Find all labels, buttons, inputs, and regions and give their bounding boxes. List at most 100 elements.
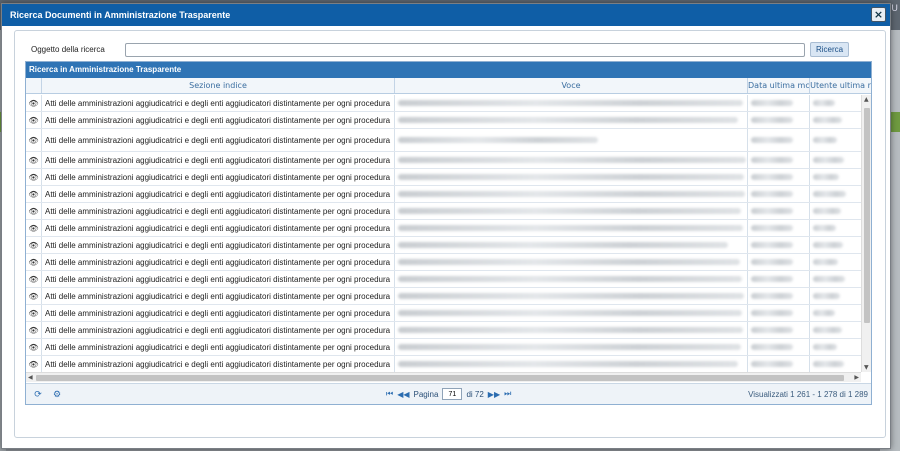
row-eye-cell[interactable]: 👁 xyxy=(26,152,42,168)
first-page-button[interactable]: ⏮ xyxy=(386,389,393,399)
row-eye-cell[interactable]: 👁 xyxy=(26,254,42,270)
eye-icon[interactable]: 👁 xyxy=(28,258,38,267)
table-row[interactable]: 👁 Atti delle amministrazioni aggiudicatri… xyxy=(26,220,861,237)
search-label: Oggetto della ricerca xyxy=(31,45,105,54)
vertical-scroll-thumb[interactable] xyxy=(864,108,870,323)
table-row[interactable]: 👁 Atti delle amministrazioni aggiudicatri… xyxy=(26,305,861,322)
row-eye-cell[interactable]: 👁 xyxy=(26,186,42,202)
cell-sezione: Atti delle amministrazioni aggiudicatric… xyxy=(42,95,395,111)
row-eye-cell[interactable]: 👁 xyxy=(26,95,42,111)
blurred-text xyxy=(813,137,837,143)
modal-title: Ricerca Documenti in Amministrazione Tra… xyxy=(10,10,231,20)
row-eye-cell[interactable]: 👁 xyxy=(26,129,42,151)
eye-icon[interactable]: 👁 xyxy=(28,190,38,199)
close-icon[interactable]: × xyxy=(871,7,886,22)
page-label: Pagina xyxy=(413,389,439,399)
blurred-text xyxy=(813,276,845,282)
horizontal-scrollbar[interactable]: ◀ ▶ xyxy=(26,372,861,382)
next-page-button[interactable]: ▶▶ xyxy=(488,390,500,399)
scroll-left-icon[interactable]: ◀ xyxy=(28,374,33,381)
blurred-text xyxy=(751,259,793,265)
blurred-text xyxy=(751,327,793,333)
cell-utente xyxy=(810,203,861,219)
search-button[interactable]: Ricerca xyxy=(810,42,850,57)
cell-voce xyxy=(395,186,748,202)
blurred-text xyxy=(751,137,793,143)
blurred-text xyxy=(398,117,738,123)
page-number-input[interactable] xyxy=(442,388,463,400)
gear-icon[interactable]: ⚙ xyxy=(50,389,64,400)
scroll-up-icon[interactable]: ▲ xyxy=(864,96,869,103)
table-row[interactable]: 👁 Atti delle amministrazioni aggiudicatri… xyxy=(26,237,861,254)
modal-header: Ricerca Documenti in Amministrazione Tra… xyxy=(2,4,890,26)
table-row[interactable]: 👁 Atti delle amministrazioni aggiudicatri… xyxy=(26,186,861,203)
pager-info: Visualizzati 1 261 - 1 278 di 1 289 xyxy=(748,389,868,399)
row-eye-cell[interactable]: 👁 xyxy=(26,203,42,219)
cell-sezione: Atti delle amministrazioni aggiudicatric… xyxy=(42,169,395,185)
eye-icon[interactable]: 👁 xyxy=(28,207,38,216)
eye-icon[interactable]: 👁 xyxy=(28,224,38,233)
vertical-scrollbar[interactable]: ▲ ▼ xyxy=(861,95,871,372)
cell-voce xyxy=(395,356,748,372)
blurred-text xyxy=(751,100,793,106)
row-eye-cell[interactable]: 👁 xyxy=(26,356,42,372)
column-header-utente[interactable]: Utente ultima r xyxy=(810,78,871,93)
table-row[interactable]: 👁 Atti delle amministrazioni aggiudicatri… xyxy=(26,129,861,152)
eye-icon[interactable]: 👁 xyxy=(28,99,38,108)
row-eye-cell[interactable]: 👁 xyxy=(26,169,42,185)
blurred-text xyxy=(813,174,839,180)
cell-data xyxy=(748,186,810,202)
row-eye-cell[interactable]: 👁 xyxy=(26,271,42,287)
cell-voce xyxy=(395,169,748,185)
column-header-data[interactable]: Data ultima mc xyxy=(748,78,810,93)
eye-icon[interactable]: 👁 xyxy=(28,343,38,352)
blurred-text xyxy=(398,276,742,282)
table-row[interactable]: 👁 Atti delle amministrazioni aggiudicatri… xyxy=(26,322,861,339)
blurred-text xyxy=(398,208,741,214)
table-row[interactable]: 👁 Atti delle amministrazioni aggiudicatri… xyxy=(26,152,861,169)
eye-icon[interactable]: 👁 xyxy=(28,116,38,125)
table-row[interactable]: 👁 Atti delle amministrazioni aggiudicatri… xyxy=(26,271,861,288)
eye-icon[interactable]: 👁 xyxy=(28,326,38,335)
row-eye-cell[interactable]: 👁 xyxy=(26,288,42,304)
horizontal-scroll-thumb[interactable] xyxy=(36,375,844,381)
last-page-button[interactable]: ⏭ xyxy=(504,389,511,399)
eye-icon[interactable]: 👁 xyxy=(28,173,38,182)
blurred-text xyxy=(813,310,835,316)
table-row[interactable]: 👁 Atti delle amministrazioni aggiudicatri… xyxy=(26,203,861,220)
table-row[interactable]: 👁 Atti delle amministrazioni aggiudicatri… xyxy=(26,254,861,271)
table-row[interactable]: 👁 Atti delle amministrazioni aggiudicatri… xyxy=(26,169,861,186)
row-eye-cell[interactable]: 👁 xyxy=(26,305,42,321)
eye-icon[interactable]: 👁 xyxy=(28,360,38,369)
cell-voce xyxy=(395,95,748,111)
table-row[interactable]: 👁 Atti delle amministrazioni aggiudicatri… xyxy=(26,356,861,372)
cell-utente xyxy=(810,288,861,304)
scroll-right-icon[interactable]: ▶ xyxy=(854,374,859,381)
row-eye-cell[interactable]: 👁 xyxy=(26,339,42,355)
refresh-icon[interactable]: ⟳ xyxy=(31,389,45,400)
blurred-text xyxy=(813,191,846,197)
column-header-voce[interactable]: Voce xyxy=(395,78,748,93)
results-grid: Ricerca in Amministrazione Trasparente S… xyxy=(25,61,872,405)
row-eye-cell[interactable]: 👁 xyxy=(26,112,42,128)
eye-icon[interactable]: 👁 xyxy=(28,292,38,301)
table-row[interactable]: 👁 Atti delle amministrazioni aggiudicatri… xyxy=(26,339,861,356)
table-row[interactable]: 👁 Atti delle amministrazioni aggiudicatri… xyxy=(26,95,861,112)
previous-page-button[interactable]: ◀◀ xyxy=(397,390,409,399)
column-header-sezione[interactable]: Sezione indice xyxy=(42,78,395,93)
cell-data xyxy=(748,322,810,338)
table-row[interactable]: 👁 Atti delle amministrazioni aggiudicatri… xyxy=(26,288,861,305)
eye-icon[interactable]: 👁 xyxy=(28,309,38,318)
eye-icon[interactable]: 👁 xyxy=(28,275,38,284)
eye-icon[interactable]: 👁 xyxy=(28,156,38,165)
eye-icon[interactable]: 👁 xyxy=(28,241,38,250)
row-eye-cell[interactable]: 👁 xyxy=(26,237,42,253)
search-input[interactable] xyxy=(125,42,805,57)
row-eye-cell[interactable]: 👁 xyxy=(26,220,42,236)
row-eye-cell[interactable]: 👁 xyxy=(26,322,42,338)
scroll-down-icon[interactable]: ▼ xyxy=(864,364,869,371)
eye-icon[interactable]: 👁 xyxy=(28,136,38,145)
page-total: di 72 xyxy=(466,389,484,399)
table-row[interactable]: 👁 Atti delle amministrazioni aggiudicatri… xyxy=(26,112,861,129)
blurred-text xyxy=(398,100,743,106)
